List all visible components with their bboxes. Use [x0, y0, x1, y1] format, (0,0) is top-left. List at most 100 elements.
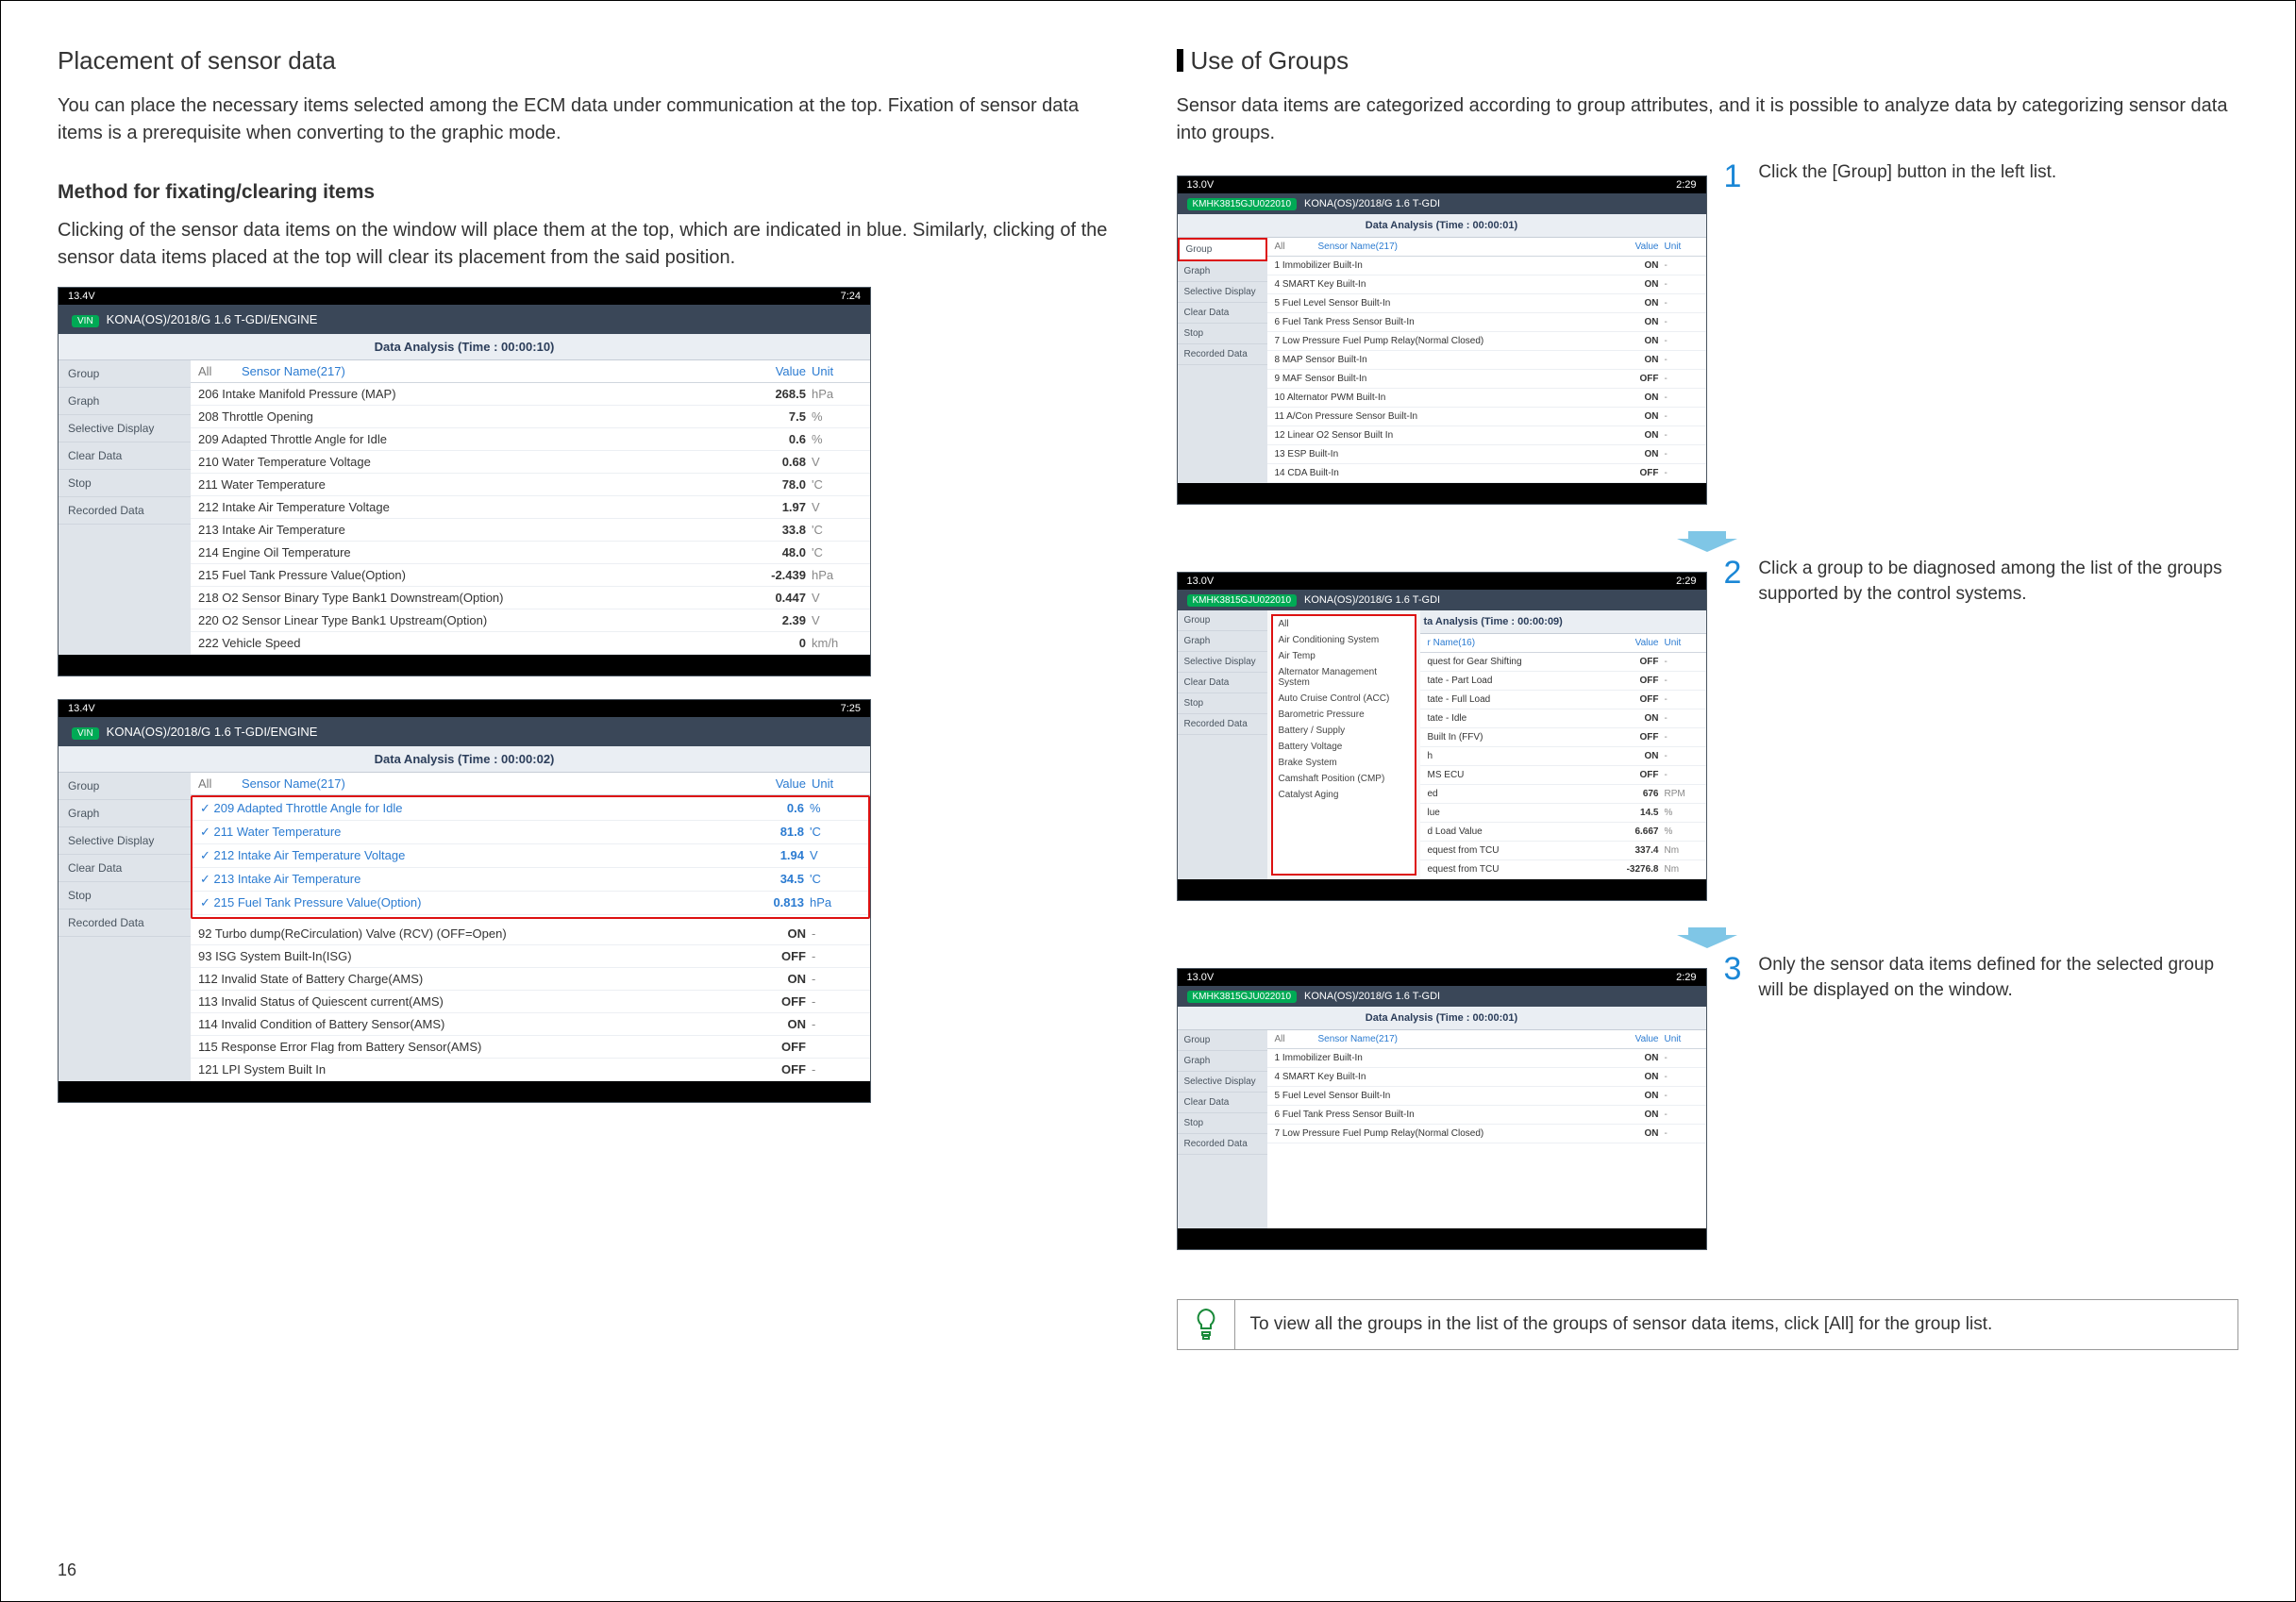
sidebar-item-stop[interactable]: Stop [1178, 1113, 1267, 1134]
sidebar-item-graph[interactable]: Graph [59, 800, 191, 827]
sidebar-item-group[interactable]: Group [59, 360, 191, 388]
sidebar-item-graph[interactable]: Graph [1178, 261, 1267, 282]
sensor-row[interactable]: Built In (FFV)OFF- [1420, 728, 1706, 747]
sensor-row[interactable]: 115 Response Error Flag from Battery Sen… [191, 1036, 870, 1059]
sidebar-item-selective-display[interactable]: Selective Display [1178, 1072, 1267, 1093]
sidebar-item-clear-data[interactable]: Clear Data [1178, 1093, 1267, 1113]
sidebar-item-recorded-data[interactable]: Recorded Data [1178, 714, 1267, 735]
sensor-row[interactable]: equest from TCU337.4Nm [1420, 842, 1706, 860]
group-option[interactable]: Camshaft Position (CMP) [1273, 771, 1415, 787]
sensor-row[interactable]: 4 SMART Key Built-InON- [1267, 275, 1706, 294]
sidebar-item-stop[interactable]: Stop [1178, 693, 1267, 714]
sidebar-item-clear-data[interactable]: Clear Data [59, 855, 191, 882]
sensor-row[interactable]: tate - Full LoadOFF- [1420, 691, 1706, 709]
sensor-row[interactable]: 121 LPI System Built InOFF- [191, 1059, 870, 1081]
sensor-row[interactable]: 213 Intake Air Temperature34.5'C [193, 868, 868, 892]
sensor-row[interactable]: 209 Adapted Throttle Angle for Idle0.6% [191, 428, 870, 451]
column-sensor[interactable]: Sensor Name(217) [242, 364, 740, 378]
group-option[interactable]: Barometric Pressure [1273, 707, 1415, 723]
sensor-row[interactable]: 1 Immobilizer Built-InON- [1267, 1049, 1706, 1068]
sidebar-item-clear-data[interactable]: Clear Data [1178, 303, 1267, 324]
sensor-row[interactable]: 9 MAF Sensor Built-InOFF- [1267, 370, 1706, 389]
sensor-row[interactable]: lue14.5% [1420, 804, 1706, 823]
sidebar-item-selective-display[interactable]: Selective Display [1178, 652, 1267, 673]
sensor-row[interactable]: 214 Engine Oil Temperature48.0'C [191, 542, 870, 564]
sensor-row[interactable]: tate - Part LoadOFF- [1420, 672, 1706, 691]
sensor-row[interactable]: 215 Fuel Tank Pressure Value(Option)0.81… [193, 892, 868, 915]
sidebar-item-group[interactable]: Group [1178, 610, 1267, 631]
sidebar-item-recorded-data[interactable]: Recorded Data [1178, 1134, 1267, 1155]
sensor-row[interactable]: 10 Alternator PWM Built-InON- [1267, 389, 1706, 408]
sidebar-item-clear-data[interactable]: Clear Data [59, 442, 191, 470]
sensor-row[interactable]: tate - IdleON- [1420, 709, 1706, 728]
sensor-row[interactable]: 218 O2 Sensor Binary Type Bank1 Downstre… [191, 587, 870, 609]
sidebar-item-group[interactable]: Group [1178, 238, 1267, 261]
sidebar-item-selective-display[interactable]: Selective Display [59, 415, 191, 442]
sidebar-item-graph[interactable]: Graph [59, 388, 191, 415]
sensor-row[interactable]: 14 CDA Built-InOFF- [1267, 464, 1706, 483]
sensor-row[interactable]: 4 SMART Key Built-InON- [1267, 1068, 1706, 1087]
sidebar-item-group[interactable]: Group [1178, 1030, 1267, 1051]
sidebar-item-stop[interactable]: Stop [59, 882, 191, 909]
sensor-row[interactable]: 208 Throttle Opening7.5% [191, 406, 870, 428]
sidebar-item-stop[interactable]: Stop [1178, 324, 1267, 344]
sensor-row[interactable]: 6 Fuel Tank Press Sensor Built-InON- [1267, 313, 1706, 332]
sensor-row[interactable]: 5 Fuel Level Sensor Built-InON- [1267, 1087, 1706, 1106]
sensor-row[interactable]: 211 Water Temperature78.0'C [191, 474, 870, 496]
sensor-row[interactable]: 8 MAP Sensor Built-InON- [1267, 351, 1706, 370]
sensor-row[interactable]: 13 ESP Built-InON- [1267, 445, 1706, 464]
screenshot-1: 13.4V7:24 VINKONA(OS)/2018/G 1.6 T-GDI/E… [58, 287, 871, 676]
sidebar-item-graph[interactable]: Graph [1178, 631, 1267, 652]
group-option[interactable]: Air Temp [1273, 648, 1415, 664]
screenshot-2: 13.4V7:25 VINKONA(OS)/2018/G 1.6 T-GDI/E… [58, 699, 871, 1103]
sensor-row[interactable]: 212 Intake Air Temperature Voltage1.97V [191, 496, 870, 519]
sensor-row[interactable]: quest for Gear ShiftingOFF- [1420, 653, 1706, 672]
sensor-row[interactable]: MS ECUOFF- [1420, 766, 1706, 785]
sensor-row[interactable]: 12 Linear O2 Sensor Built InON- [1267, 426, 1706, 445]
sensor-row[interactable]: 92 Turbo dump(ReCirculation) Valve (RCV)… [191, 923, 870, 945]
group-option[interactable]: Air Conditioning System [1273, 632, 1415, 648]
sensor-row[interactable]: equest from TCU-3276.8Nm [1420, 860, 1706, 879]
group-option[interactable]: Auto Cruise Control (ACC) [1273, 691, 1415, 707]
group-option[interactable]: Brake System [1273, 755, 1415, 771]
sidebar-item-recorded-data[interactable]: Recorded Data [59, 497, 191, 525]
column-all[interactable]: All [198, 364, 242, 378]
sidebar-item-recorded-data[interactable]: Recorded Data [59, 909, 191, 937]
sensor-row[interactable]: 112 Invalid State of Battery Charge(AMS)… [191, 968, 870, 991]
sensor-row[interactable]: 209 Adapted Throttle Angle for Idle0.6% [193, 797, 868, 821]
sensor-row[interactable]: 7 Low Pressure Fuel Pump Relay(Normal Cl… [1267, 1125, 1706, 1143]
sensor-row[interactable]: hON- [1420, 747, 1706, 766]
sidebar-item-stop[interactable]: Stop [59, 470, 191, 497]
group-option[interactable]: Battery / Supply [1273, 723, 1415, 739]
sensor-row[interactable]: 211 Water Temperature81.8'C [193, 821, 868, 844]
group-option[interactable]: Alternator Management System [1273, 664, 1415, 691]
sensor-row[interactable]: 5 Fuel Level Sensor Built-InON- [1267, 294, 1706, 313]
sensor-row[interactable]: 212 Intake Air Temperature Voltage1.94V [193, 844, 868, 868]
group-option[interactable]: Catalyst Aging [1273, 787, 1415, 803]
group-list[interactable]: AllAir Conditioning SystemAir TempAltern… [1271, 614, 1416, 876]
sidebar-item-selective-display[interactable]: Selective Display [59, 827, 191, 855]
sidebar-item-group[interactable]: Group [59, 773, 191, 800]
sensor-row[interactable]: 210 Water Temperature Voltage0.68V [191, 451, 870, 474]
sidebar-item-clear-data[interactable]: Clear Data [1178, 673, 1267, 693]
sensor-row[interactable]: 114 Invalid Condition of Battery Sensor(… [191, 1013, 870, 1036]
sensor-row[interactable]: 93 ISG System Built-In(ISG)OFF- [191, 945, 870, 968]
column-value: Value [740, 364, 806, 378]
sensor-row[interactable]: 222 Vehicle Speed0km/h [191, 632, 870, 655]
sensor-row[interactable]: 1 Immobilizer Built-InON- [1267, 257, 1706, 275]
sensor-row[interactable]: 215 Fuel Tank Pressure Value(Option)-2.4… [191, 564, 870, 587]
sensor-row[interactable]: d Load Value6.667% [1420, 823, 1706, 842]
sidebar-item-recorded-data[interactable]: Recorded Data [1178, 344, 1267, 365]
sensor-row[interactable]: 7 Low Pressure Fuel Pump Relay(Normal Cl… [1267, 332, 1706, 351]
sensor-row[interactable]: 220 O2 Sensor Linear Type Bank1 Upstream… [191, 609, 870, 632]
sidebar-item-selective-display[interactable]: Selective Display [1178, 282, 1267, 303]
sensor-row[interactable]: 213 Intake Air Temperature33.8'C [191, 519, 870, 542]
sidebar-item-graph[interactable]: Graph [1178, 1051, 1267, 1072]
sensor-row[interactable]: 206 Intake Manifold Pressure (MAP)268.5h… [191, 383, 870, 406]
sensor-row[interactable]: 6 Fuel Tank Press Sensor Built-InON- [1267, 1106, 1706, 1125]
group-option[interactable]: All [1273, 616, 1415, 632]
group-option[interactable]: Battery Voltage [1273, 739, 1415, 755]
sensor-row[interactable]: 11 A/Con Pressure Sensor Built-InON- [1267, 408, 1706, 426]
sensor-row[interactable]: ed676RPM [1420, 785, 1706, 804]
sensor-row[interactable]: 113 Invalid Status of Quiescent current(… [191, 991, 870, 1013]
